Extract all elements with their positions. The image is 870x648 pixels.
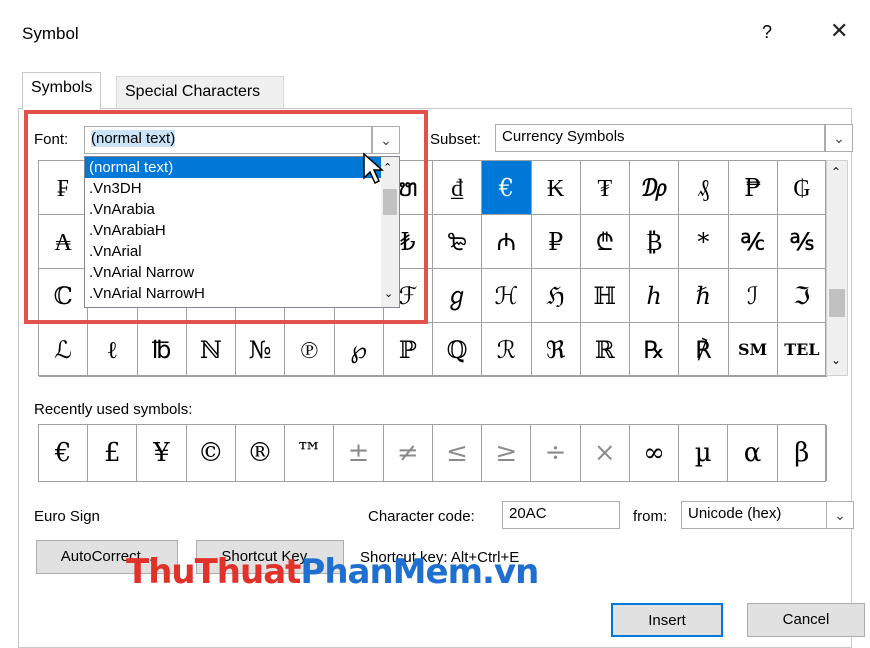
symbol-cell[interactable]: ₯ bbox=[630, 161, 680, 215]
chevron-down-icon: ⌄ bbox=[833, 130, 845, 146]
tab-symbols-label: Symbols bbox=[31, 79, 93, 96]
recent-symbol-cell[interactable]: ® bbox=[236, 425, 285, 481]
symbol-cell[interactable]: ₾ bbox=[580, 215, 630, 269]
symbol-cell[interactable]: ℊ bbox=[433, 269, 483, 323]
recent-symbol-cell[interactable]: ≥ bbox=[482, 425, 532, 481]
recent-label: Recently used symbols: bbox=[34, 401, 193, 418]
insert-button[interactable]: Insert bbox=[611, 603, 723, 637]
symbol-cell[interactable]: ₰ bbox=[679, 161, 729, 215]
from-combo[interactable]: Unicode (hex) bbox=[681, 501, 827, 529]
symbol-cell[interactable]: ℓ bbox=[88, 323, 138, 377]
subset-dropdown-button[interactable]: ⌄ bbox=[825, 124, 853, 152]
symbol-cell[interactable]: ₲ bbox=[777, 161, 827, 215]
symbol-cell[interactable]: ₱ bbox=[728, 161, 778, 215]
symbol-cell[interactable]: ℁ bbox=[777, 215, 827, 269]
recent-symbol-cell[interactable]: ≤ bbox=[433, 425, 482, 481]
symbol-cell[interactable]: ℞ bbox=[630, 323, 680, 377]
symbol-cell[interactable]: ℜ bbox=[531, 323, 581, 377]
recent-symbol-cell[interactable]: ¥ bbox=[138, 425, 187, 481]
recent-symbol-cell[interactable]: ÷ bbox=[532, 425, 581, 481]
char-name: Euro Sign bbox=[34, 508, 100, 525]
tab-special-characters[interactable]: Special Characters bbox=[116, 76, 284, 109]
help-icon[interactable]: ? bbox=[762, 22, 772, 43]
symbol-cell[interactable]: ℒ bbox=[39, 323, 89, 377]
symbol-cell[interactable]: ℙ bbox=[383, 323, 433, 377]
close-icon[interactable]: ✕ bbox=[830, 18, 848, 44]
dialog-title: Symbol bbox=[22, 24, 79, 43]
from-combo-value: Unicode (hex) bbox=[688, 505, 782, 522]
recent-symbol-cell[interactable]: α bbox=[729, 425, 778, 481]
symbol-cell[interactable]: ℍ bbox=[580, 269, 630, 323]
symbol-cell[interactable]: ℚ bbox=[433, 323, 483, 377]
tab-special-characters-label: Special Characters bbox=[125, 83, 261, 100]
subset-combo[interactable]: Currency Symbols bbox=[495, 124, 825, 152]
symbol-cell[interactable]: TEL bbox=[777, 323, 827, 377]
symbol-cell[interactable]: ℀ bbox=[728, 215, 778, 269]
from-dropdown-button[interactable]: ⌄ bbox=[826, 501, 854, 529]
subset-label: Subset: bbox=[430, 131, 481, 148]
scroll-up-icon[interactable]: ⌃ bbox=[831, 165, 841, 179]
chevron-down-icon: ⌄ bbox=[834, 507, 846, 523]
symbol-cell[interactable]: ℗ bbox=[285, 323, 335, 377]
symbol-cell[interactable]: * bbox=[679, 215, 729, 269]
symbol-cell[interactable]: ₻ bbox=[433, 215, 483, 269]
recent-symbols: € £ ¥ © ® ™ ± ≠ ≤ ≥ ÷ × ∞ µ α β bbox=[38, 424, 827, 482]
symbol-cell[interactable]: ₫ bbox=[433, 161, 483, 215]
watermark-part3: .vn bbox=[482, 552, 539, 592]
symbol-cell[interactable]: ₼ bbox=[482, 215, 532, 269]
recent-symbol-cell[interactable]: © bbox=[187, 425, 236, 481]
symbol-cell[interactable]: ℝ bbox=[580, 323, 630, 377]
watermark-part1: ThuThuat bbox=[126, 552, 301, 592]
scroll-down-icon[interactable]: ⌄ bbox=[831, 353, 841, 367]
recent-symbol-cell[interactable]: ± bbox=[335, 425, 384, 481]
char-code-input[interactable]: 20AC bbox=[502, 501, 620, 529]
recent-symbol-cell[interactable]: ™ bbox=[285, 425, 335, 481]
recent-symbol-cell[interactable]: ≠ bbox=[384, 425, 433, 481]
symbol-grid-scrollbar[interactable]: ⌃ ⌄ bbox=[826, 160, 848, 376]
subset-combo-value: Currency Symbols bbox=[502, 128, 625, 145]
recent-symbol-cell[interactable]: ∞ bbox=[630, 425, 679, 481]
symbol-cell[interactable]: ℘ bbox=[334, 323, 384, 377]
scroll-thumb[interactable] bbox=[829, 289, 845, 317]
highlight-box bbox=[24, 110, 428, 324]
cancel-button[interactable]: Cancel bbox=[747, 603, 865, 637]
char-code-value: 20AC bbox=[509, 505, 547, 522]
symbol-cell[interactable]: ℑ bbox=[777, 269, 827, 323]
symbol-cell[interactable]: € bbox=[482, 161, 532, 215]
symbol-cell[interactable]: ℛ bbox=[482, 323, 532, 377]
recent-symbol-cell[interactable]: µ bbox=[679, 425, 729, 481]
recent-symbol-cell[interactable]: € bbox=[39, 425, 88, 481]
symbol-cell[interactable]: № bbox=[236, 323, 286, 377]
recent-symbol-cell[interactable]: £ bbox=[88, 425, 138, 481]
symbol-cell[interactable]: ℕ bbox=[186, 323, 236, 377]
symbol-cell[interactable]: ℏ bbox=[679, 269, 729, 323]
watermark: ThuThuatPhanMem.vn bbox=[126, 552, 539, 592]
symbol-cell[interactable]: ₿ bbox=[630, 215, 680, 269]
tab-symbols[interactable]: Symbols bbox=[22, 72, 102, 110]
recent-symbol-cell[interactable]: β bbox=[778, 425, 827, 481]
symbol-cell[interactable]: ℔ bbox=[137, 323, 187, 377]
mouse-cursor-icon bbox=[363, 152, 384, 185]
symbol-cell[interactable]: ℌ bbox=[531, 269, 581, 323]
recent-symbol-cell[interactable]: × bbox=[581, 425, 630, 481]
symbol-cell[interactable]: ℟ bbox=[679, 323, 729, 377]
symbol-cell[interactable]: SM bbox=[728, 323, 778, 377]
from-label: from: bbox=[633, 508, 668, 525]
symbol-cell[interactable]: ₮ bbox=[580, 161, 630, 215]
symbol-cell[interactable]: ℐ bbox=[728, 269, 778, 323]
symbol-cell[interactable]: ℋ bbox=[482, 269, 532, 323]
symbol-cell[interactable]: ₭ bbox=[531, 161, 581, 215]
symbol-cell[interactable]: ₽ bbox=[531, 215, 581, 269]
watermark-part2: PhanMem bbox=[300, 552, 483, 592]
char-code-label: Character code: bbox=[368, 508, 475, 525]
symbol-cell[interactable]: ℎ bbox=[630, 269, 680, 323]
